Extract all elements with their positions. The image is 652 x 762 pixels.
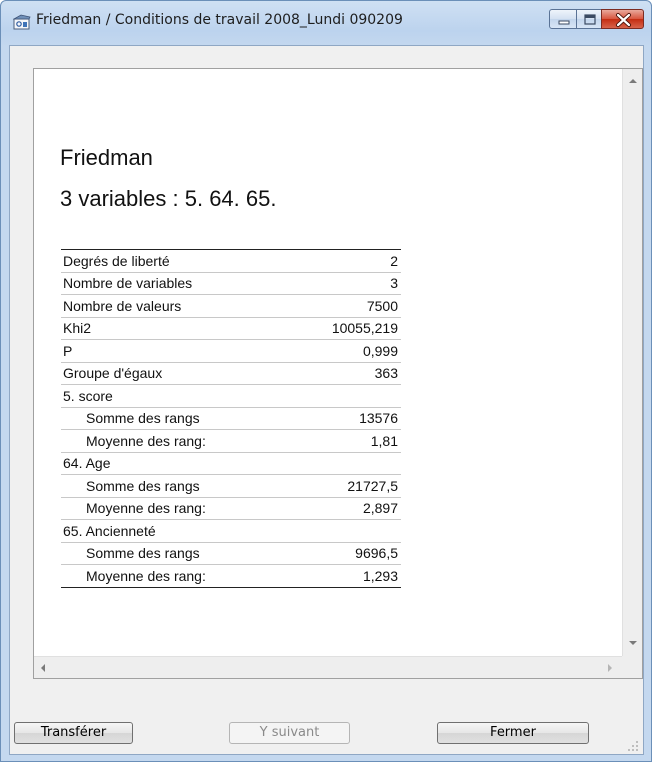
row-value <box>304 384 401 408</box>
row-value: 1,81 <box>304 429 401 453</box>
row-label: Somme des rangs <box>61 407 304 430</box>
row-value: 7500 <box>304 294 401 318</box>
close-icon <box>616 13 631 27</box>
next-button[interactable]: Y suivant <box>229 722 350 744</box>
table-row: 5. score <box>61 384 401 408</box>
row-value: 21727,5 <box>304 474 401 498</box>
table-row: Nombre de valeurs 7500 <box>61 294 401 318</box>
table-row: Nombre de variables 3 <box>61 272 401 295</box>
row-label: P <box>61 339 304 363</box>
table-row: Moyenne des rang: 2,897 <box>61 497 401 520</box>
row-label: Somme des rangs <box>61 542 304 565</box>
table-row: Moyenne des rang: 1,81 <box>61 429 401 453</box>
table-row: Somme des rangs 21727,5 <box>61 474 401 498</box>
row-value: 2,897 <box>304 497 401 520</box>
app-icon[interactable] <box>12 14 31 30</box>
report-document: Friedman 3 variables : 5. 64. 65. Degrés… <box>34 69 622 656</box>
table-row: Somme des rangs 9696,5 <box>61 542 401 565</box>
vertical-scrollbar[interactable] <box>622 69 642 656</box>
close-button[interactable]: Fermer <box>437 722 589 744</box>
row-value: 10055,219 <box>304 317 401 340</box>
row-value <box>304 452 401 475</box>
table-row: 64. Age <box>61 452 401 475</box>
transfer-button[interactable]: Transférer <box>14 722 133 744</box>
resize-grip-icon[interactable] <box>627 740 639 752</box>
row-value: 3 <box>304 272 401 295</box>
table-row: Moyenne des rang: 1,293 <box>61 564 401 588</box>
row-label: Degrés de liberté <box>61 249 304 273</box>
scroll-left-icon[interactable] <box>39 663 47 673</box>
row-value: 363 <box>304 362 401 385</box>
row-label: 5. score <box>61 384 304 408</box>
title-bar[interactable]: Friedman / Conditions de travail 2008_Lu… <box>1 1 651 45</box>
table-row: Degrés de liberté 2 <box>61 249 401 273</box>
row-value: 1,293 <box>304 564 401 588</box>
row-label: Moyenne des rang: <box>61 429 304 453</box>
report-title: Friedman <box>60 145 153 170</box>
horizontal-scrollbar[interactable] <box>34 656 622 678</box>
scroll-up-icon[interactable] <box>628 77 638 85</box>
table-row: Somme des rangs 13576 <box>61 407 401 430</box>
dialog-body: Friedman 3 variables : 5. 64. 65. Degrés… <box>9 45 644 755</box>
row-value: 9696,5 <box>304 542 401 565</box>
row-value: 0,999 <box>304 339 401 363</box>
row-label: 64. Age <box>61 452 304 475</box>
table-row: Groupe d'égaux 363 <box>61 362 401 385</box>
row-label: Nombre de variables <box>61 272 304 295</box>
row-label: Somme des rangs <box>61 474 304 498</box>
app-window: Friedman / Conditions de travail 2008_Lu… <box>0 0 652 762</box>
report-view[interactable]: Friedman 3 variables : 5. 64. 65. Degrés… <box>33 68 643 679</box>
minimize-icon <box>558 20 570 25</box>
row-label: Khi2 <box>61 317 304 340</box>
row-label: 65. Ancienneté <box>61 519 304 543</box>
scroll-down-icon[interactable] <box>628 639 638 647</box>
row-value: 13576 <box>304 407 401 430</box>
close-window-button[interactable] <box>601 9 644 29</box>
scroll-right-icon[interactable] <box>606 663 614 673</box>
maximize-button[interactable] <box>576 9 602 29</box>
row-label: Nombre de valeurs <box>61 294 304 318</box>
minimize-button[interactable] <box>549 9 577 29</box>
row-label: Moyenne des rang: <box>61 497 304 520</box>
maximize-icon <box>584 14 596 25</box>
row-value: 2 <box>304 249 401 273</box>
table-row: P 0,999 <box>61 339 401 363</box>
row-label: Groupe d'égaux <box>61 362 304 385</box>
table-row: Khi2 10055,219 <box>61 317 401 340</box>
row-label: Moyenne des rang: <box>61 564 304 588</box>
scrollbar-corner <box>622 656 642 678</box>
row-value <box>304 519 401 543</box>
table-row: 65. Ancienneté <box>61 519 401 543</box>
report-subtitle: 3 variables : 5. 64. 65. <box>60 186 277 211</box>
window-title: Friedman / Conditions de travail 2008_Lu… <box>36 12 403 28</box>
results-table: Degrés de liberté 2 Nombre de variables 3 No… <box>61 249 401 588</box>
